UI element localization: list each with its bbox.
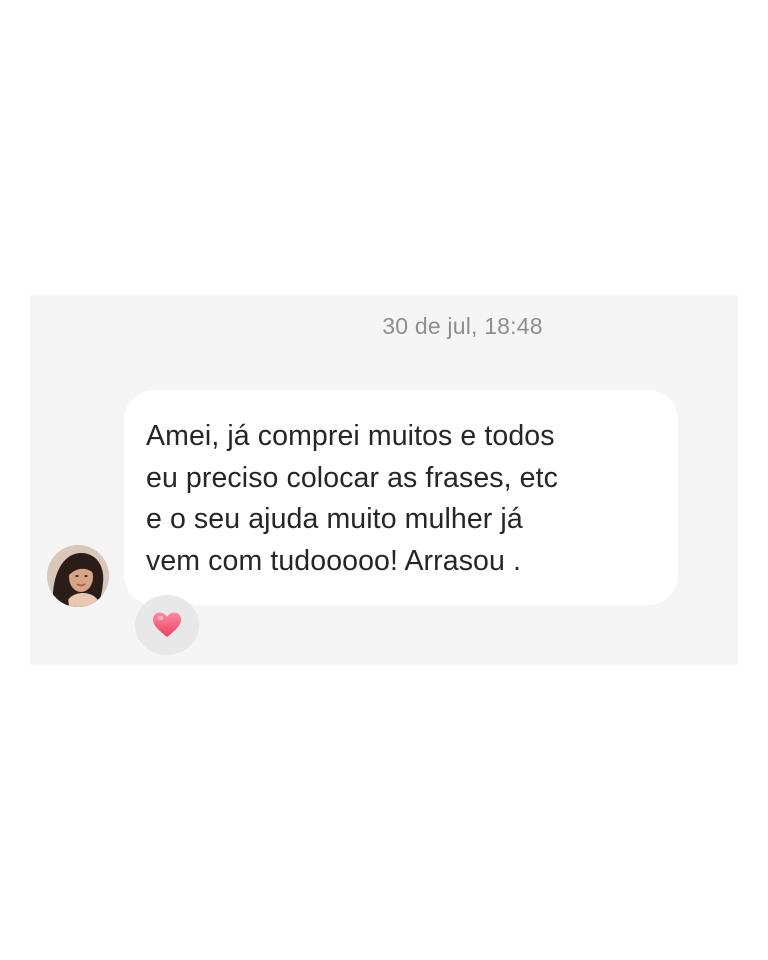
user-avatar-photo	[47, 545, 109, 607]
message-line: Amei, já comprei muitos e todos	[146, 420, 555, 452]
message-line: e o seu ajuda muito mulher já	[146, 503, 523, 535]
avatar[interactable]	[47, 545, 109, 607]
message-timestamp: 30 de jul, 18:48	[382, 313, 543, 339]
message-text: Amei, já comprei muitos e todos eu preci…	[146, 416, 658, 582]
chat-panel: 30 de jul, 18:48 Amei, já comprei muitos…	[30, 295, 738, 665]
heart-icon	[153, 612, 181, 637]
message-line: eu preciso colocar as frases, etc	[146, 461, 558, 494]
reaction-badge[interactable]	[135, 595, 199, 655]
message-line: vem com tudooooo! Arrasou .	[146, 544, 521, 577]
message-bubble[interactable]: Amei, já comprei muitos e todos eu preci…	[124, 390, 678, 605]
page: 30 de jul, 18:48 Amei, já comprei muitos…	[0, 0, 768, 960]
